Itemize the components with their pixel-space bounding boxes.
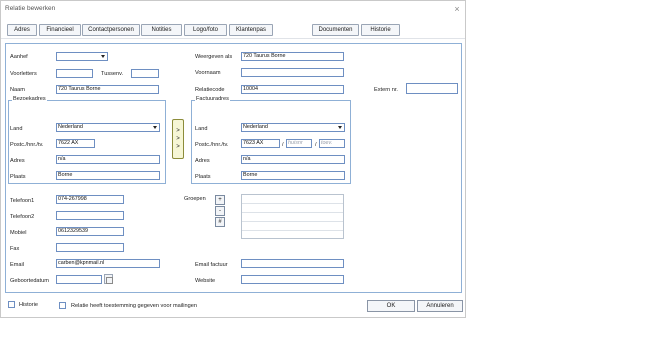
- email-factuur-input[interactable]: [241, 259, 344, 268]
- historie-checkbox[interactable]: [8, 301, 15, 308]
- groepen-label: Groepen: [184, 196, 206, 202]
- factuur-land-value: Nederland: [243, 124, 268, 130]
- mobiel-input[interactable]: 0612329539: [56, 227, 124, 236]
- bezoek-plaats-label: Plaats: [10, 174, 26, 180]
- geboortedatum-label: Geboortedatum: [10, 278, 49, 284]
- title-bar: Relatie bewerken ×: [1, 1, 465, 18]
- bezoek-land-label: Land: [10, 126, 23, 132]
- copy-address-button[interactable]: > > >: [172, 119, 184, 159]
- website-label: Website: [195, 278, 216, 284]
- dialog-title: Relatie bewerken: [5, 5, 56, 12]
- bezoek-postc-input[interactable]: 7622 AX: [56, 139, 95, 148]
- factuur-plaats-input[interactable]: Borne: [241, 171, 345, 180]
- factuuradres-legend: Factuuradres: [195, 96, 230, 102]
- tab-notities[interactable]: Notities: [141, 24, 182, 36]
- grid-row: [242, 222, 343, 231]
- calendar-icon[interactable]: [104, 274, 113, 284]
- extern-label: Extern nr.: [374, 87, 398, 93]
- toestemming-label: Relatie heeft toestemming gegeven voor m…: [71, 303, 197, 309]
- factuur-land-label: Land: [195, 126, 208, 132]
- email-input[interactable]: carben@kpnmail.nl: [56, 259, 160, 268]
- aanhef-label: Aanhef: [10, 54, 28, 60]
- voornaam-label: Voornaam: [195, 70, 221, 76]
- chevron-down-icon: [153, 126, 157, 129]
- historie-checkbox-label: Historie: [19, 302, 38, 308]
- slash-2: /: [315, 142, 317, 148]
- chevron-down-icon: [338, 126, 342, 129]
- website-input[interactable]: [241, 275, 344, 284]
- geboortedatum-input[interactable]: [56, 275, 102, 284]
- voornaam-input[interactable]: [241, 68, 344, 77]
- bezoekadres-legend: Bezoekadres: [12, 96, 47, 102]
- mobiel-label: Mobiel: [10, 230, 27, 236]
- naam-input[interactable]: 720 Taurus Borne: [56, 85, 159, 94]
- bezoek-plaats-input[interactable]: Borne: [56, 171, 160, 180]
- grid-row: [242, 195, 343, 204]
- tab-contactpersonen[interactable]: Contactpersonen: [82, 24, 140, 36]
- annuleren-button[interactable]: Annuleren: [417, 300, 463, 312]
- extern-input[interactable]: [406, 83, 458, 94]
- groepen-grid[interactable]: [241, 194, 344, 239]
- factuur-postc-label: Postc./hnr./tv.: [195, 142, 229, 148]
- calendar-glyph: [106, 277, 113, 284]
- voorletters-label: Voorletters: [10, 71, 37, 77]
- tussenv-input[interactable]: [131, 69, 159, 78]
- email-factuur-label: Email factuur: [195, 262, 228, 268]
- tussenv-label: Tussenv.: [101, 71, 124, 77]
- relatie-dialog: Relatie bewerken × Adres Financieel Cont…: [0, 0, 466, 318]
- huisnr-input[interactable]: huisnr: [286, 139, 312, 148]
- naam-label: Naam: [10, 87, 25, 93]
- telefoon2-input[interactable]: [56, 211, 124, 220]
- copy-arrow-1: >: [176, 128, 180, 134]
- slash-1: /: [282, 142, 284, 148]
- factuur-adres-label: Adres: [195, 158, 210, 164]
- weergeven-label: Weergeven als: [195, 54, 233, 60]
- tab-adres[interactable]: Adres: [7, 24, 37, 36]
- copy-arrow-2: >: [176, 136, 180, 142]
- factuur-postc-input[interactable]: 7623 AX: [241, 139, 280, 148]
- ok-button[interactable]: OK: [367, 300, 415, 312]
- bezoek-postc-label: Postc./hnr./tv.: [10, 142, 44, 148]
- groep-remove-button[interactable]: -: [215, 206, 225, 216]
- relatiecode-label: Relatiecode: [195, 87, 225, 93]
- bezoek-land-select[interactable]: Nederland: [56, 123, 160, 132]
- aanhef-select[interactable]: [56, 52, 108, 61]
- email-label: Email: [10, 262, 24, 268]
- fax-input[interactable]: [56, 243, 124, 252]
- weergeven-input[interactable]: 720 Taurus Borne: [241, 52, 344, 61]
- grid-row: [242, 213, 343, 222]
- groep-edit-button[interactable]: #: [215, 217, 225, 227]
- copy-arrow-3: >: [176, 144, 180, 150]
- tab-klantenpas[interactable]: Klantenpas: [229, 24, 273, 36]
- telefoon2-label: Telefoon2: [10, 214, 35, 220]
- factuur-land-select[interactable]: Nederland: [241, 123, 345, 132]
- chevron-down-icon: [101, 55, 105, 58]
- grid-row: [242, 204, 343, 213]
- telefoon1-label: Telefoon1: [10, 198, 35, 204]
- groep-add-button[interactable]: +: [215, 195, 225, 205]
- factuur-adres-input[interactable]: n/a: [241, 155, 345, 164]
- relatiecode-input[interactable]: 10004: [241, 85, 344, 94]
- tab-historie[interactable]: Historie: [361, 24, 400, 36]
- factuur-plaats-label: Plaats: [195, 174, 211, 180]
- toestemming-checkbox[interactable]: [59, 302, 66, 309]
- tab-logo-foto[interactable]: Logo/foto: [184, 24, 227, 36]
- bezoek-adres-input[interactable]: n/a: [56, 155, 160, 164]
- tab-documenten[interactable]: Documenten: [312, 24, 359, 36]
- tab-financieel[interactable]: Financieel: [39, 24, 81, 36]
- tab-divider: [1, 38, 465, 39]
- bezoek-land-value: Nederland: [58, 124, 83, 130]
- voorletters-input[interactable]: [56, 69, 93, 78]
- close-icon[interactable]: ×: [452, 4, 462, 14]
- bezoek-adres-label: Adres: [10, 158, 25, 164]
- toev-input[interactable]: toev.: [319, 139, 345, 148]
- telefoon1-input[interactable]: 074-267998: [56, 195, 124, 204]
- fax-label: Fax: [10, 246, 20, 252]
